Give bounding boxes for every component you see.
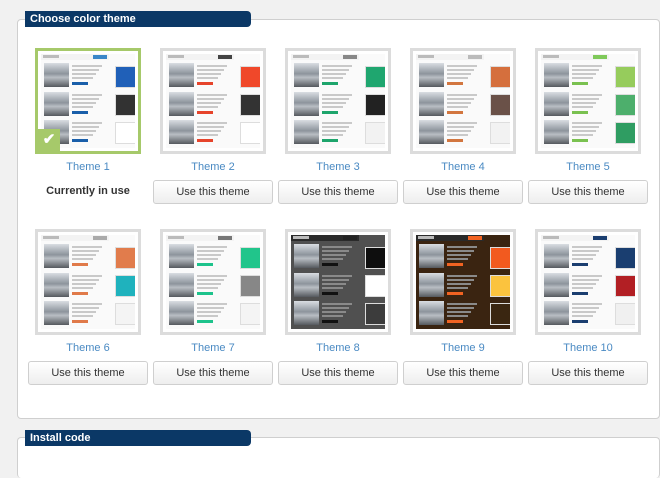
theme-thumbnail [291,54,385,148]
theme-thumbnail [291,235,385,329]
color-swatch [240,122,260,144]
color-swatch [615,122,635,144]
color-swatch [615,303,635,325]
theme-thumbnail [541,235,635,329]
theme-preview[interactable] [410,48,516,154]
use-theme-button[interactable]: Use this theme [153,180,273,204]
color-swatch [615,94,635,116]
color-swatch [240,247,260,269]
use-theme-button[interactable]: Use this theme [528,180,648,204]
theme-name: Theme 4 [441,161,485,173]
color-swatch [240,275,260,297]
color-swatch [490,247,510,269]
theme-name: Theme 1 [66,161,110,173]
color-swatch [365,66,385,88]
theme-name: Theme 7 [191,342,235,354]
color-swatch [240,66,260,88]
theme-name: Theme 8 [316,342,360,354]
theme-name: Theme 5 [566,161,610,173]
theme-preview[interactable] [535,48,641,154]
use-theme-button[interactable]: Use this theme [278,180,398,204]
color-swatch [115,66,135,88]
color-swatch [240,303,260,325]
theme-preview[interactable] [160,229,266,335]
theme-thumbnail [166,235,260,329]
checkmark-icon: ✔ [38,129,60,151]
current-theme-label: Currently in use [46,185,130,197]
color-swatch [615,66,635,88]
color-swatch [490,303,510,325]
use-theme-button[interactable]: Use this theme [28,361,148,385]
theme-name: Theme 2 [191,161,235,173]
theme-preview[interactable] [535,229,641,335]
color-swatch [115,247,135,269]
theme-name: Theme 6 [66,342,110,354]
color-swatch [365,122,385,144]
theme-name: Theme 9 [441,342,485,354]
color-swatch [115,275,135,297]
theme-name: Theme 10 [563,342,613,354]
color-swatch [240,94,260,116]
color-swatch [115,94,135,116]
color-swatch [490,94,510,116]
color-swatch [115,303,135,325]
theme-name: Theme 3 [316,161,360,173]
theme-section-title: Choose color theme [25,11,251,27]
theme-thumbnail [416,235,510,329]
use-theme-button[interactable]: Use this theme [153,361,273,385]
use-theme-button[interactable]: Use this theme [403,180,523,204]
theme-preview[interactable] [410,229,516,335]
color-swatch [490,122,510,144]
color-swatch [365,94,385,116]
color-swatch [490,66,510,88]
color-swatch [115,122,135,144]
color-swatch [615,275,635,297]
theme-preview[interactable] [285,48,391,154]
theme-preview[interactable] [285,229,391,335]
use-theme-button[interactable]: Use this theme [528,361,648,385]
theme-thumbnail [166,54,260,148]
theme-thumbnail [416,54,510,148]
use-theme-button[interactable]: Use this theme [278,361,398,385]
install-section-title: Install code [25,430,251,446]
theme-preview[interactable]: ✔ [35,48,141,154]
color-swatch [365,275,385,297]
theme-preview[interactable] [35,229,141,335]
color-swatch [365,303,385,325]
color-swatch [365,247,385,269]
theme-thumbnail [41,235,135,329]
use-theme-button[interactable]: Use this theme [403,361,523,385]
theme-preview[interactable] [160,48,266,154]
color-swatch [490,275,510,297]
theme-thumbnail [541,54,635,148]
color-swatch [615,247,635,269]
